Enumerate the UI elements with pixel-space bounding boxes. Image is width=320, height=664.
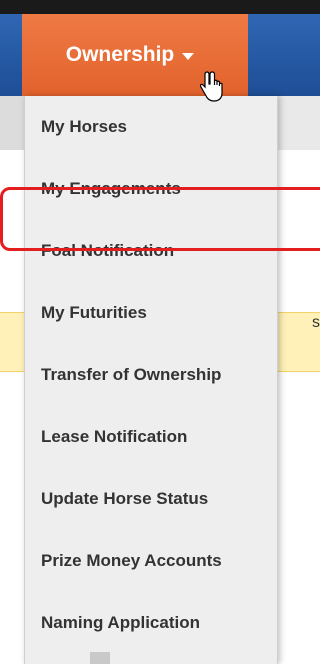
caret-down-icon	[182, 52, 195, 60]
menu-item-my-futurities[interactable]: My Futurities	[25, 282, 277, 344]
menu-item-my-horses[interactable]: My Horses	[25, 96, 277, 158]
annotation-highlight-box	[0, 187, 320, 251]
menu-item-lease-notification[interactable]: Lease Notification	[25, 406, 277, 468]
ownership-dropdown-menu: My Horses My Engagements Foal Notificati…	[24, 96, 278, 664]
nav-ownership-label: Ownership	[65, 43, 175, 66]
menu-item-update-horse-status[interactable]: Update Horse Status	[25, 468, 277, 530]
hand-cursor-icon	[200, 71, 223, 102]
menu-item-transfer-of-ownership[interactable]: Transfer of Ownership	[25, 344, 277, 406]
top-bar	[0, 0, 320, 14]
menu-item-naming-application[interactable]: Naming Application	[25, 592, 277, 654]
background-text-fragment-right: s	[312, 314, 320, 331]
menu-item-prize-money-accounts[interactable]: Prize Money Accounts	[25, 530, 277, 592]
background-scroll-fragment	[90, 652, 110, 664]
background-strip-right	[276, 96, 320, 150]
